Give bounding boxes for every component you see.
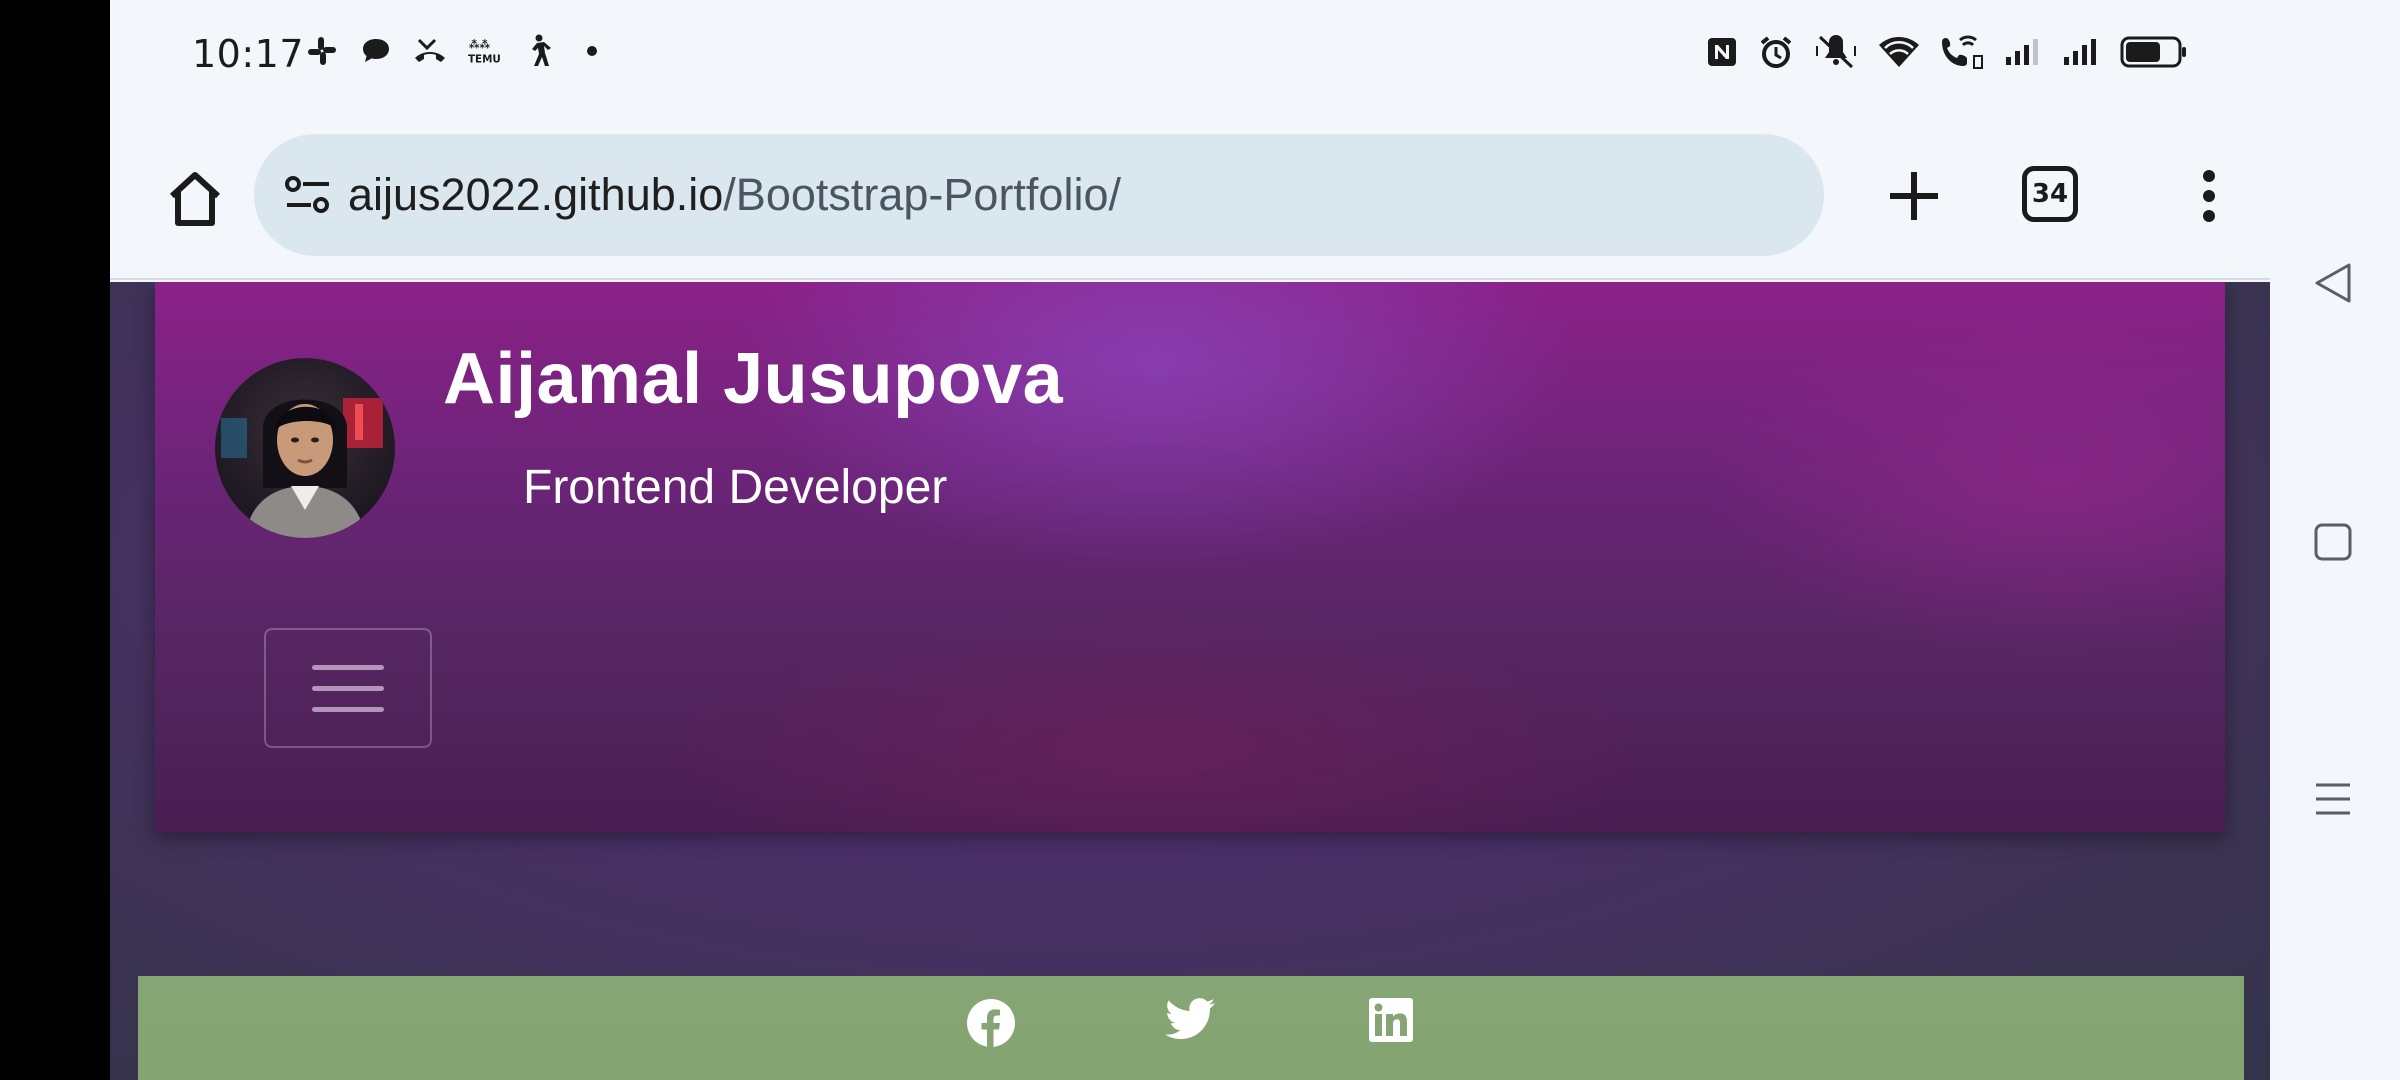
svg-text:⁂⁂: ⁂⁂ [469,39,491,51]
battery-icon [2120,34,2188,70]
slack-icon [305,34,339,68]
hamburger-line [312,706,384,712]
browser-toolbar: aijus2022.github.io/Bootstrap-Portfolio/… [110,112,2270,280]
profile-avatar [215,358,395,538]
wifi-icon [1878,34,1920,70]
home-icon [169,172,221,226]
web-page: Aijamal Jusupova Frontend Developer [110,282,2270,1080]
browser-menu-button[interactable] [2164,148,2254,244]
hero-name: Aijamal Jusupova [443,339,1064,419]
facebook-icon[interactable] [961,998,1021,1058]
linkedin-icon[interactable] [1361,998,1421,1058]
recents-button[interactable] [2298,764,2368,834]
back-button[interactable] [2298,248,2368,318]
twitter-icon[interactable] [1161,998,1221,1058]
navbar-toggler-button[interactable] [264,628,432,748]
hero-role: Frontend Developer [523,461,948,514]
status-bar: 10:17 ⁂⁂ TEMU [110,0,2270,112]
temu-icon: ⁂⁂ TEMU [467,34,501,68]
url-text[interactable]: aijus2022.github.io/Bootstrap-Portfolio/ [348,169,1121,221]
nfc-icon [1706,34,1738,70]
notification-icons: ⁂⁂ TEMU [305,34,609,68]
phone-screen: 10:17 ⁂⁂ TEMU aijus2022.github.io/Bootst… [110,0,2270,1080]
walking-icon [521,34,555,68]
signal-icon [2062,34,2100,70]
square-icon [2314,523,2352,561]
more-vert-icon [2203,170,2215,222]
address-bar[interactable]: aijus2022.github.io/Bootstrap-Portfolio/ [254,134,1824,256]
home-button[interactable] [150,154,240,244]
dot-icon [575,34,609,68]
svg-text:TEMU: TEMU [468,53,501,65]
missed-call-icon [413,34,447,68]
status-time: 10:17 [192,32,305,76]
system-navigation-bar [2270,0,2400,1080]
wifi-calling-icon [1940,34,1984,70]
chat-bubble-icon [359,34,393,68]
url-path: /Bootstrap-Portfolio/ [723,169,1121,220]
plus-icon [1890,172,1938,220]
hamburger-line [312,664,384,670]
social-links-bar [138,976,2244,1080]
tab-switcher-button[interactable]: 34 [2022,166,2078,222]
url-host: aijus2022.github.io [348,169,724,220]
hero-header: Aijamal Jusupova Frontend Developer [155,282,2225,832]
site-settings-icon[interactable] [278,165,338,225]
home-nav-button[interactable] [2298,507,2368,577]
back-triangle-icon [2315,263,2351,303]
alarm-icon [1758,34,1794,70]
signal-icon [2004,34,2042,70]
hamburger-line [312,685,384,691]
menu-lines-icon [2316,783,2350,815]
new-tab-button[interactable] [1866,148,1962,244]
screen-bezel [0,0,110,1080]
system-status-icons [1706,34,2188,70]
vibrate-off-icon [1814,34,1858,70]
